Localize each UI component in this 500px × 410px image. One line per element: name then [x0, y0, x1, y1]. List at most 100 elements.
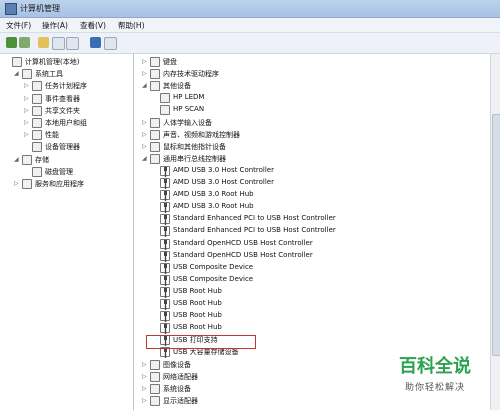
collapsed-arrow-icon[interactable]: ▷ — [24, 120, 29, 126]
console-tree-item[interactable]: 计算机管理(本地) — [12, 56, 132, 68]
collapsed-arrow-icon[interactable]: ▷ — [142, 119, 147, 125]
tree-item-label: USB Root Hub — [173, 286, 222, 295]
collapsed-arrow-icon[interactable]: ▷ — [14, 181, 19, 187]
tree-item-label: 本地用户和组 — [45, 119, 87, 127]
device-tree-item[interactable]: USB Root Hub — [160, 322, 488, 335]
tree-item-label: USB Composite Device — [173, 262, 254, 271]
menu-help[interactable]: 帮助(H) — [118, 20, 145, 31]
device-category-icon — [32, 166, 42, 177]
device-category-icon — [22, 69, 32, 80]
usb-connector-icon — [160, 262, 170, 274]
device-category-icon — [150, 141, 160, 152]
usb-connector-icon — [160, 190, 170, 202]
console-tree-item[interactable]: 设备管理器 — [32, 141, 132, 153]
back-arrow-icon[interactable] — [6, 37, 17, 48]
up-folder-icon[interactable] — [38, 37, 49, 48]
tree-item-label: HP LEDM — [173, 93, 205, 102]
collapsed-arrow-icon[interactable]: ▷ — [142, 71, 147, 77]
device-tree-item[interactable]: ▷ 人体学输入设备 — [142, 117, 488, 129]
device-tree-item[interactable]: ◢ 通用串行总线控制器 — [142, 153, 488, 165]
forward-arrow-icon[interactable] — [19, 37, 30, 48]
device-category-icon — [150, 383, 160, 394]
device-tree-item[interactable]: AMD USB 3.0 Root Hub — [160, 201, 488, 214]
help-icon[interactable] — [90, 37, 101, 48]
menu-file[interactable]: 文件(F) — [6, 20, 31, 31]
collapsed-arrow-icon[interactable]: ▷ — [24, 95, 29, 101]
console-tree-item[interactable]: 磁盘管理 — [32, 166, 132, 178]
computer-management-icon — [5, 3, 17, 15]
tree-item-label: 计算机管理(本地) — [25, 58, 80, 66]
collapsed-arrow-icon[interactable]: ▷ — [142, 131, 147, 137]
device-category-icon — [150, 69, 160, 80]
device-category-icon — [32, 142, 42, 153]
device-tree-item[interactable]: HP LEDM — [160, 92, 488, 104]
device-tree-item[interactable]: Standard Enhanced PCI to USB Host Contro… — [160, 213, 488, 226]
tree-item-label: 存储 — [35, 155, 49, 164]
collapsed-arrow-icon[interactable]: ▷ — [142, 397, 147, 403]
expanded-arrow-icon[interactable]: ◢ — [14, 156, 19, 162]
device-category-icon — [150, 395, 160, 406]
tree-item-label: 共享文件夹 — [45, 106, 80, 115]
expanded-arrow-icon[interactable]: ◢ — [142, 155, 147, 161]
show-hide-tree-icon[interactable] — [52, 37, 65, 50]
console-tree-item[interactable]: ▷ 共享文件夹 — [24, 105, 132, 117]
console-tree-item[interactable]: ▷ 事件查看器 — [24, 93, 132, 105]
console-tree-item[interactable]: ◢ 存储 — [14, 154, 132, 166]
device-tree-item[interactable]: ▷ 键盘 — [142, 56, 488, 68]
device-tree-item[interactable]: AMD USB 3.0 Host Controller — [160, 165, 488, 177]
device-tree-item[interactable]: USB Composite Device — [160, 262, 488, 274]
device-tree-item[interactable]: ▷ 鼠标和其他指针设备 — [142, 141, 488, 153]
usb-connector-icon — [160, 311, 170, 323]
console-tree-item[interactable]: ◢ 系统工具 — [14, 68, 132, 80]
device-tree-item[interactable]: Standard OpenHCD USB Host Controller — [160, 238, 488, 250]
tree-item-label: 服务和应用程序 — [35, 180, 84, 188]
device-tree-item[interactable]: HP SCAN — [160, 104, 488, 116]
device-tree-item[interactable]: Standard OpenHCD USB Host Controller — [160, 250, 488, 262]
collapsed-arrow-icon[interactable]: ▷ — [142, 373, 147, 379]
tree-item-label: 键盘 — [163, 58, 177, 66]
tree-item-label: 通用串行总线控制器 — [163, 154, 226, 163]
usb-connector-icon — [160, 226, 170, 238]
tree-item-label: 系统设备 — [163, 384, 191, 393]
device-tree-item[interactable]: ▷ 内存技术驱动程序 — [142, 68, 488, 80]
tree-item-label: 任务计划程序 — [45, 82, 87, 91]
expanded-arrow-icon[interactable]: ◢ — [14, 71, 19, 77]
device-tree-item[interactable]: AMD USB 3.0 Host Controller — [160, 177, 488, 189]
scrollbar-thumb[interactable] — [492, 114, 500, 356]
expanded-arrow-icon[interactable]: ◢ — [142, 83, 147, 89]
console-tree-item[interactable]: ▷ 本地用户和组 — [24, 117, 132, 129]
device-category-icon — [150, 359, 160, 370]
collapsed-arrow-icon[interactable]: ▷ — [142, 143, 147, 149]
device-category-icon — [12, 57, 22, 67]
collapsed-arrow-icon[interactable]: ▷ — [142, 385, 147, 391]
menu-view[interactable]: 查看(V) — [80, 20, 106, 31]
collapsed-arrow-icon[interactable]: ▷ — [142, 59, 147, 65]
view-icon[interactable] — [104, 37, 117, 50]
device-tree-item[interactable]: AMD USB 3.0 Root Hub — [160, 189, 488, 202]
tree-item-label: 图像设备 — [163, 360, 191, 369]
device-tree-item[interactable]: ◢ 其他设备 — [142, 80, 488, 92]
tree-item-label: 网络适配器 — [163, 372, 198, 381]
usb-connector-icon — [160, 250, 170, 262]
collapsed-arrow-icon[interactable]: ▷ — [142, 361, 147, 367]
console-tree-item[interactable]: ▷ 服务和应用程序 — [14, 178, 132, 190]
collapsed-arrow-icon[interactable]: ▷ — [24, 132, 29, 138]
device-tree-item[interactable]: Standard Enhanced PCI to USB Host Contro… — [160, 225, 488, 238]
device-tree-item[interactable]: USB Composite Device — [160, 274, 488, 286]
watermark-title: 百科全说 — [399, 356, 471, 377]
device-tree-item[interactable]: USB Root Hub — [160, 286, 488, 298]
collapsed-arrow-icon[interactable]: ▷ — [24, 83, 29, 89]
collapsed-arrow-icon[interactable]: ▷ — [24, 107, 29, 113]
tree-item-label: 其他设备 — [163, 82, 191, 91]
device-tree-item[interactable]: USB Root Hub — [160, 298, 488, 310]
tree-item-label: USB Root Hub — [173, 311, 222, 320]
device-tree-item[interactable]: USB Root Hub — [160, 310, 488, 323]
console-tree-item[interactable]: ▷ 任务计划程序 — [24, 80, 132, 92]
device-category-icon — [150, 371, 160, 382]
properties-icon[interactable] — [66, 37, 79, 50]
device-tree-item[interactable]: ▷ 显示适配器 — [142, 395, 488, 407]
device-tree-item[interactable]: ▷ 声音、视频和游戏控制器 — [142, 129, 488, 141]
tree-item-label: 设备管理器 — [45, 143, 80, 152]
console-tree-item[interactable]: ▷ 性能 — [24, 129, 132, 141]
menu-action[interactable]: 操作(A) — [42, 20, 68, 31]
